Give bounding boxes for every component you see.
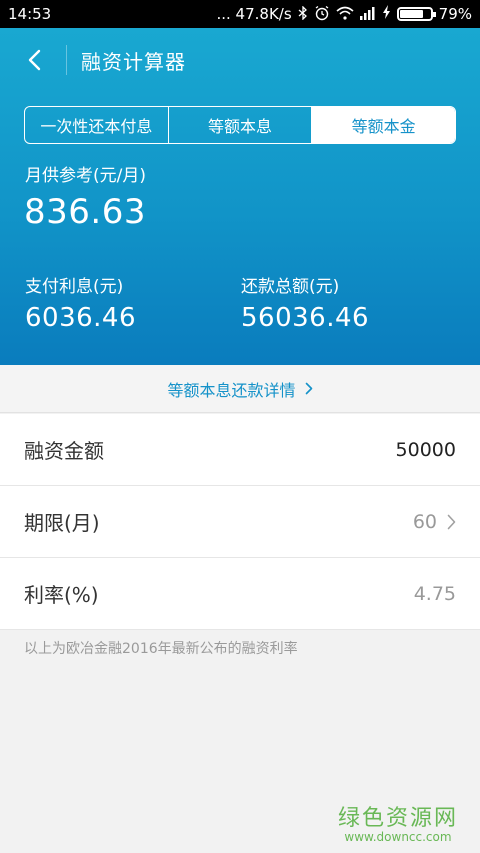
tab-equal-principal[interactable]: 等额本金 [311, 107, 455, 143]
signal-icon [359, 6, 376, 23]
loan-form: 融资金额 50000 期限(月) 60 利率(%) 4.75 [0, 414, 480, 630]
total-repayment-value: 56036.46 [241, 303, 370, 333]
status-icons: ... 47.8K/s 79% [216, 4, 472, 24]
battery-percent: 79% [438, 5, 472, 23]
watermark-cn: 绿色资源网 [337, 806, 458, 831]
chevron-left-icon [28, 49, 41, 71]
repayment-detail-link[interactable]: 等额本息还款详情 [0, 365, 480, 413]
back-button[interactable] [14, 42, 54, 78]
interest-label: 支付利息(元) [25, 277, 124, 297]
monthly-payment-value: 836.63 [24, 192, 146, 232]
amount-row[interactable]: 融资金额 50000 [0, 414, 480, 486]
battery-icon [396, 7, 436, 21]
alarm-icon [314, 5, 330, 24]
wifi-icon [336, 6, 354, 23]
network-speed: ... 47.8K/s [216, 5, 292, 23]
tab-lump-sum[interactable]: 一次性还本付息 [25, 107, 168, 143]
battery-fill [399, 10, 424, 18]
watermark-logo: 绿色资源网 www.downcc.com [338, 800, 458, 844]
tab-equal-installment[interactable]: 等额本息 [167, 107, 312, 143]
top-bar: 融资计算器 [0, 28, 480, 92]
repayment-method-tabs: 一次性还本付息 等额本息 等额本金 [24, 106, 456, 144]
charging-icon [382, 5, 391, 23]
amount-input[interactable]: 50000 [396, 439, 456, 461]
rate-label: 利率(%) [24, 583, 99, 607]
term-select[interactable]: 60 [413, 511, 456, 533]
rate-input[interactable]: 4.75 [414, 583, 456, 605]
term-value: 60 [412, 510, 437, 533]
rate-note: 以上为欧冶金融2016年最新公布的融资利率 [24, 641, 298, 657]
rate-row[interactable]: 利率(%) 4.75 [0, 558, 480, 630]
result-header: 融资计算器 一次性还本付息 等额本息 等额本金 月供参考(元/月) 836.63… [0, 28, 480, 365]
page-title: 融资计算器 [81, 50, 186, 74]
monthly-payment-label: 月供参考(元/月) [25, 166, 146, 186]
term-row[interactable]: 期限(月) 60 [0, 486, 480, 558]
chevron-right-icon [305, 382, 312, 395]
watermark-en: www.downcc.com [344, 830, 452, 844]
total-repayment-label: 还款总额(元) [241, 277, 340, 297]
interest-value: 6036.46 [25, 303, 137, 333]
bluetooth-icon [298, 4, 308, 23]
term-label: 期限(月) [24, 511, 100, 535]
chevron-right-icon [447, 514, 456, 529]
repayment-detail-label: 等额本息还款详情 [167, 380, 296, 400]
title-divider [66, 45, 67, 75]
amount-label: 融资金额 [24, 439, 104, 463]
status-bar: 14:53 ... 47.8K/s 79% [0, 0, 480, 28]
status-time: 14:53 [8, 5, 52, 23]
